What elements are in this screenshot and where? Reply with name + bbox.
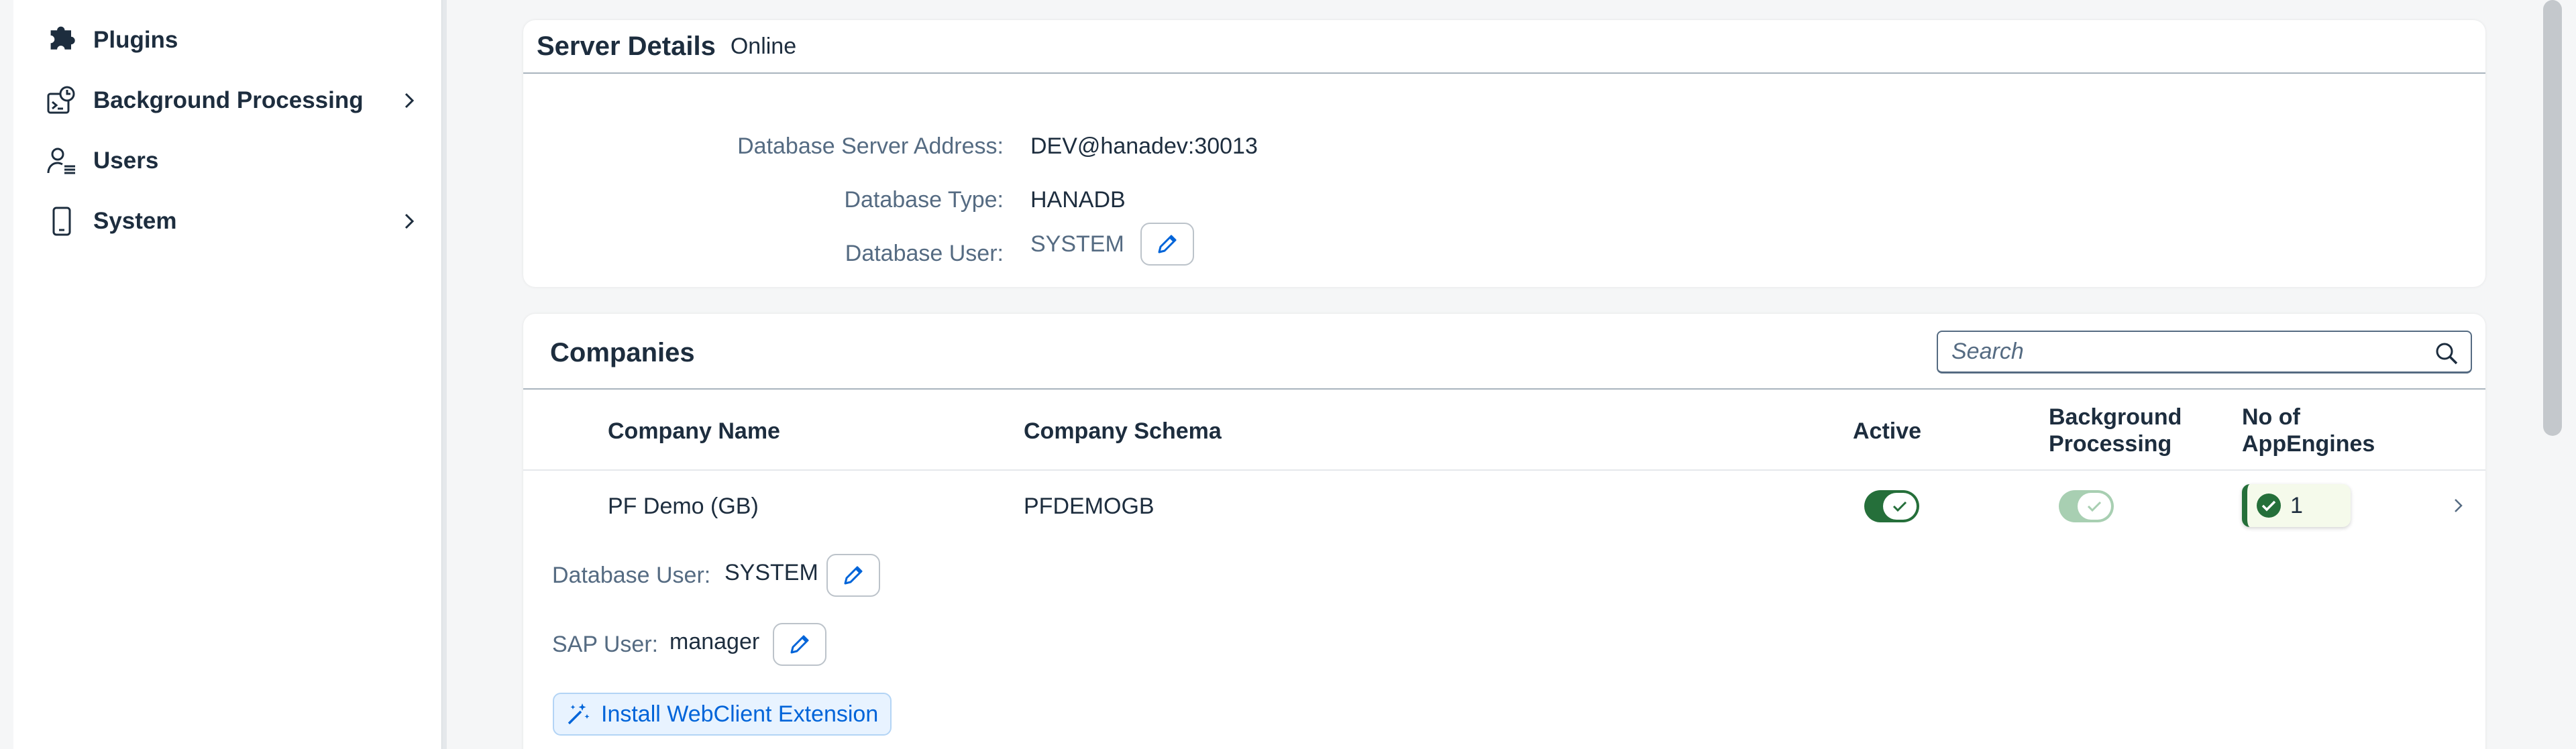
column-header-active[interactable]: Active [1853,418,1921,445]
column-header-line: Background [2049,404,2182,430]
company-database-user-value: SYSTEM [724,560,818,585]
sidebar-item-system[interactable]: System [44,198,426,245]
install-webclient-extension-button[interactable]: Install WebClient Extension [553,693,892,736]
switch-knob [1883,493,1917,520]
user-value-row: SYSTEM [1030,213,1194,275]
address-value-row: DEV@hanadev:30013 [1030,126,1258,166]
background-processing-switch[interactable] [2059,490,2114,522]
search-input[interactable] [1951,339,2421,365]
database-type-label: Database Type: [844,186,1004,213]
user-label-row: Database User: [523,233,1004,274]
database-user-label: Database User: [845,240,1004,266]
chevron-right-icon[interactable] [2449,496,2467,515]
pencil-icon [1158,235,1177,253]
database-server-address-label: Database Server Address: [737,133,1004,159]
background-processing-icon [44,82,80,119]
sidebar-item-plugins[interactable]: Plugins [44,17,426,64]
checkmark-icon [2087,501,2102,512]
appengines-count-badge[interactable]: 1 [2242,484,2351,527]
pencil-icon [790,635,809,654]
device-icon [44,203,80,239]
sidebar-resize-handle[interactable] [441,0,447,749]
server-details-title: Server Details [537,31,716,61]
edit-company-database-user-button[interactable] [826,554,880,597]
active-switch[interactable] [1864,490,1919,522]
database-server-address-value: DEV@hanadev:30013 [1030,133,1258,159]
database-user-value: SYSTEM [1030,231,1124,257]
column-header-line: Processing [2049,431,2172,457]
sidebar: Plugins Background Processing Users Syst… [13,0,441,749]
companies-toolbar: Companies [523,314,2485,390]
search-field[interactable] [1937,331,2472,373]
success-icon [2257,494,2281,518]
table-header-divider [523,469,2485,471]
company-database-user-label: Database User: [552,563,711,588]
checkmark-icon [1892,501,1907,512]
database-type-value: HANADB [1030,186,1126,213]
column-header-appengines[interactable]: No of AppEngines [2242,404,2375,457]
companies-title: Companies [550,338,695,367]
sidebar-item-label: Plugins [93,27,178,53]
switch-knob [2078,493,2111,520]
companies-panel: Companies Company Name Company Schema Ac… [523,314,2485,749]
pencil-icon [844,566,863,585]
server-details-panel: Server Details Online Database Server Ad… [523,20,2485,287]
server-details-header: Server Details Online [523,20,2485,74]
scrollbar-thumb[interactable] [2543,0,2562,436]
install-webclient-extension-label: Install WebClient Extension [601,701,879,727]
magic-wand-icon [568,703,590,725]
column-header-company-name[interactable]: Company Name [608,418,780,445]
sidebar-item-label: System [93,208,177,234]
type-label-row: Database Type: [523,180,1004,220]
sidebar-item-background-processing[interactable]: Background Processing [44,77,426,124]
chevron-right-icon [405,213,415,229]
sap-user-value: manager [669,629,760,654]
chevron-right-icon [405,93,415,109]
column-header-line: No of [2242,404,2300,430]
sidebar-item-label: Users [93,148,159,174]
column-header-line: AppEngines [2242,431,2375,457]
column-header-company-schema[interactable]: Company Schema [1024,418,1222,445]
sap-user-label: SAP User: [552,632,659,657]
edit-sap-user-button[interactable] [773,623,826,666]
appengines-count: 1 [2290,492,2303,518]
search-icon[interactable] [2433,340,2460,367]
puzzle-icon [44,22,80,58]
edit-database-user-button[interactable] [1140,223,1194,266]
left-gutter [0,0,13,749]
sidebar-item-label: Background Processing [93,87,364,113]
users-icon [44,143,80,179]
server-status: Online [730,33,797,59]
sidebar-item-users[interactable]: Users [44,137,426,184]
column-header-background-processing[interactable]: Background Processing [2049,404,2182,457]
company-schema-cell: PFDEMOGB [1024,494,1155,519]
company-name-cell: PF Demo (GB) [608,494,759,519]
address-label-row: Database Server Address: [523,126,1004,166]
